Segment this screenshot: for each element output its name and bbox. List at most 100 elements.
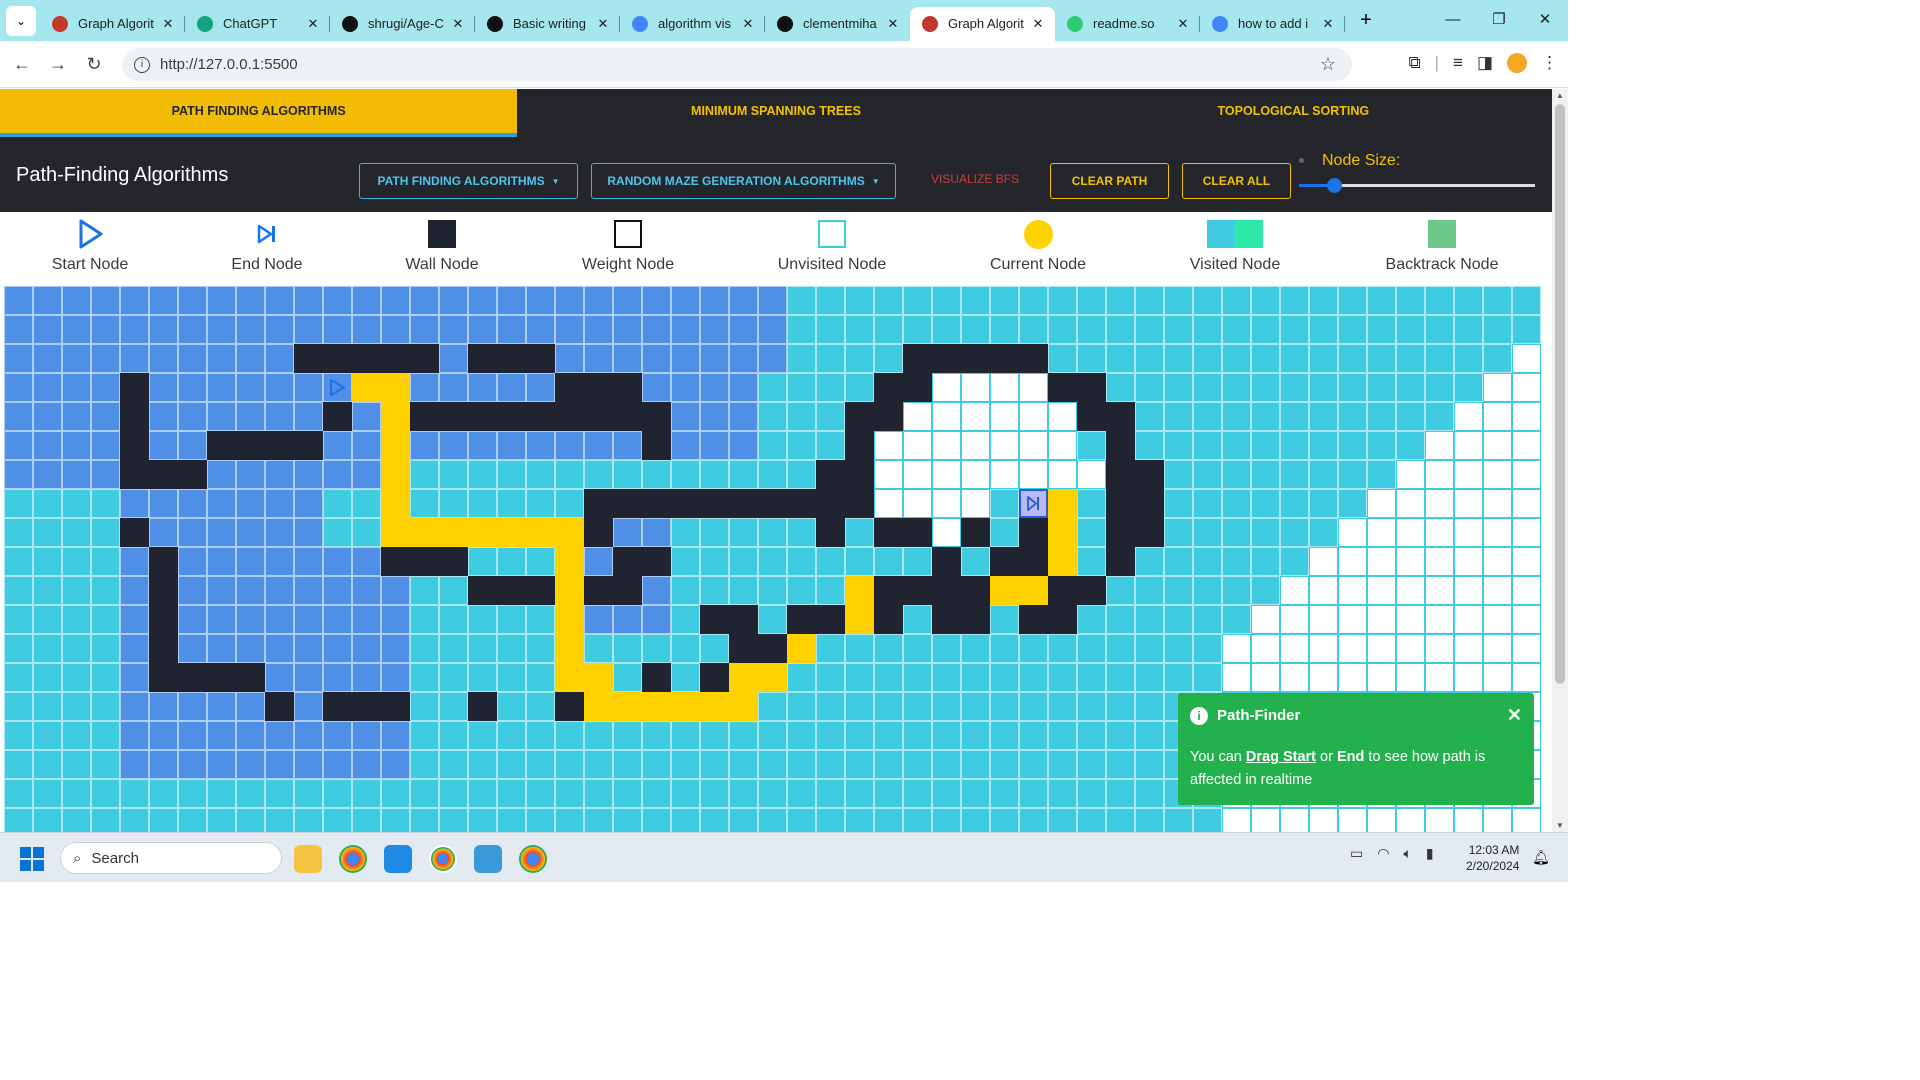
start-node[interactable] bbox=[323, 373, 352, 402]
grid-cell-unvisited[interactable] bbox=[1483, 489, 1512, 518]
grid-cell-wall[interactable] bbox=[149, 634, 178, 663]
grid-cell-wall[interactable] bbox=[1106, 547, 1135, 576]
grid-cell-wall[interactable] bbox=[236, 431, 265, 460]
grid-cell-visited[interactable] bbox=[410, 431, 439, 460]
grid-cell-visited[interactable] bbox=[1135, 547, 1164, 576]
grid-cell-visited[interactable] bbox=[294, 373, 323, 402]
grid-cell-visited[interactable] bbox=[178, 721, 207, 750]
grid-cell-visited[interactable] bbox=[584, 315, 613, 344]
grid-cell-path[interactable] bbox=[410, 518, 439, 547]
grid-cell-visited[interactable] bbox=[178, 547, 207, 576]
grid-cell-visited[interactable] bbox=[1077, 721, 1106, 750]
grid-cell-visited[interactable] bbox=[1367, 373, 1396, 402]
grid-cell-visited[interactable] bbox=[4, 344, 33, 373]
grid-cell-visited[interactable] bbox=[149, 344, 178, 373]
close-tab-icon[interactable]: ✕ bbox=[737, 16, 759, 32]
grid-cell-unvisited[interactable] bbox=[1454, 576, 1483, 605]
grid-cell-visited[interactable] bbox=[1425, 402, 1454, 431]
grid-cell-visited[interactable] bbox=[671, 373, 700, 402]
grid-cell-unvisited[interactable] bbox=[1019, 402, 1048, 431]
grid-cell-wall[interactable] bbox=[1048, 373, 1077, 402]
grid-cell-visited[interactable] bbox=[1048, 634, 1077, 663]
grid-cell-visited[interactable] bbox=[120, 634, 149, 663]
grid-cell-visited[interactable] bbox=[352, 576, 381, 605]
grid-cell-visited[interactable] bbox=[1396, 286, 1425, 315]
grid-cell-wall[interactable] bbox=[1135, 460, 1164, 489]
grid-cell-visited[interactable] bbox=[236, 576, 265, 605]
grid-cell-visited[interactable] bbox=[4, 315, 33, 344]
grid-cell-visited[interactable] bbox=[91, 808, 120, 832]
grid-cell-visited[interactable] bbox=[265, 402, 294, 431]
grid-cell-visited[interactable] bbox=[961, 634, 990, 663]
grid-cell-visited[interactable] bbox=[265, 663, 294, 692]
grid-cell-visited[interactable] bbox=[207, 779, 236, 808]
grid-cell-visited[interactable] bbox=[1077, 779, 1106, 808]
grid-cell-visited[interactable] bbox=[1193, 547, 1222, 576]
grid-cell-path[interactable] bbox=[1048, 547, 1077, 576]
grid-cell-visited[interactable] bbox=[903, 721, 932, 750]
grid-cell-visited[interactable] bbox=[613, 663, 642, 692]
grid-cell-visited[interactable] bbox=[787, 460, 816, 489]
grid-cell-visited[interactable] bbox=[4, 721, 33, 750]
grid-cell-visited[interactable] bbox=[1309, 286, 1338, 315]
grid-cell-visited[interactable] bbox=[874, 663, 903, 692]
grid-cell-unvisited[interactable] bbox=[961, 373, 990, 402]
grid-cell-visited[interactable] bbox=[1338, 315, 1367, 344]
sidepanel-icon[interactable]: ◨ bbox=[1477, 53, 1493, 73]
grid-cell-unvisited[interactable] bbox=[1483, 431, 1512, 460]
visualize-button[interactable]: VISUALIZE BFS bbox=[931, 172, 1019, 186]
grid-cell-visited[interactable] bbox=[207, 634, 236, 663]
grid-cell-visited[interactable] bbox=[381, 808, 410, 832]
grid-cell-unvisited[interactable] bbox=[1512, 576, 1541, 605]
grid-cell-visited[interactable] bbox=[1280, 518, 1309, 547]
browser-tab[interactable]: Graph Algorit ✕ bbox=[910, 6, 1055, 41]
grid-cell-visited[interactable] bbox=[439, 460, 468, 489]
grid-cell-visited[interactable] bbox=[1396, 373, 1425, 402]
grid-cell-unvisited[interactable] bbox=[1454, 431, 1483, 460]
grid-cell-visited[interactable] bbox=[526, 779, 555, 808]
grid-cell-visited[interactable] bbox=[526, 460, 555, 489]
grid-cell-visited[interactable] bbox=[990, 605, 1019, 634]
grid-cell-visited[interactable] bbox=[787, 344, 816, 373]
grid-cell-visited[interactable] bbox=[758, 286, 787, 315]
grid-cell-visited[interactable] bbox=[787, 402, 816, 431]
grid-cell-visited[interactable] bbox=[323, 808, 352, 832]
grid-cell-visited[interactable] bbox=[236, 286, 265, 315]
grid-cell-visited[interactable] bbox=[845, 663, 874, 692]
vscode-icon[interactable] bbox=[384, 845, 412, 873]
grid-cell-wall[interactable] bbox=[294, 344, 323, 373]
browser-tab[interactable]: ChatGPT ✕ bbox=[185, 7, 330, 41]
grid-cell-wall[interactable] bbox=[613, 547, 642, 576]
grid-cell-visited[interactable] bbox=[758, 402, 787, 431]
grid-cell-visited[interactable] bbox=[1425, 344, 1454, 373]
grid-cell-visited[interactable] bbox=[352, 489, 381, 518]
grid-cell-visited[interactable] bbox=[1367, 431, 1396, 460]
grid-cell-visited[interactable] bbox=[1106, 605, 1135, 634]
grid-cell-visited[interactable] bbox=[1135, 721, 1164, 750]
grid-cell-visited[interactable] bbox=[1309, 402, 1338, 431]
grid-cell-visited[interactable] bbox=[91, 634, 120, 663]
grid-cell-visited[interactable] bbox=[671, 576, 700, 605]
notification-bell-icon[interactable]: 🔔︎ bbox=[1532, 849, 1550, 866]
grid-cell-visited[interactable] bbox=[236, 721, 265, 750]
grid-cell-visited[interactable] bbox=[265, 779, 294, 808]
grid-cell-visited[interactable] bbox=[33, 663, 62, 692]
grid-cell-visited[interactable] bbox=[62, 750, 91, 779]
grid-cell-visited[interactable] bbox=[816, 286, 845, 315]
grid-cell-visited[interactable] bbox=[1338, 373, 1367, 402]
grid-cell-visited[interactable] bbox=[265, 286, 294, 315]
grid-cell-visited[interactable] bbox=[584, 605, 613, 634]
grid-cell-visited[interactable] bbox=[294, 634, 323, 663]
grid-cell-visited[interactable] bbox=[584, 431, 613, 460]
maze-dropdown[interactable]: RANDOM MAZE GENERATION ALGORITHMS ▼ bbox=[591, 163, 896, 199]
grid-cell-visited[interactable] bbox=[816, 663, 845, 692]
grid-cell-wall[interactable] bbox=[178, 460, 207, 489]
grid-cell-visited[interactable] bbox=[323, 576, 352, 605]
grid-cell-path[interactable] bbox=[381, 489, 410, 518]
grid-cell-visited[interactable] bbox=[758, 605, 787, 634]
grid-cell-wall[interactable] bbox=[932, 605, 961, 634]
grid-cell-wall[interactable] bbox=[729, 489, 758, 518]
grid-cell-visited[interactable] bbox=[642, 605, 671, 634]
grid-cell-visited[interactable] bbox=[990, 634, 1019, 663]
grid-cell-wall[interactable] bbox=[323, 692, 352, 721]
